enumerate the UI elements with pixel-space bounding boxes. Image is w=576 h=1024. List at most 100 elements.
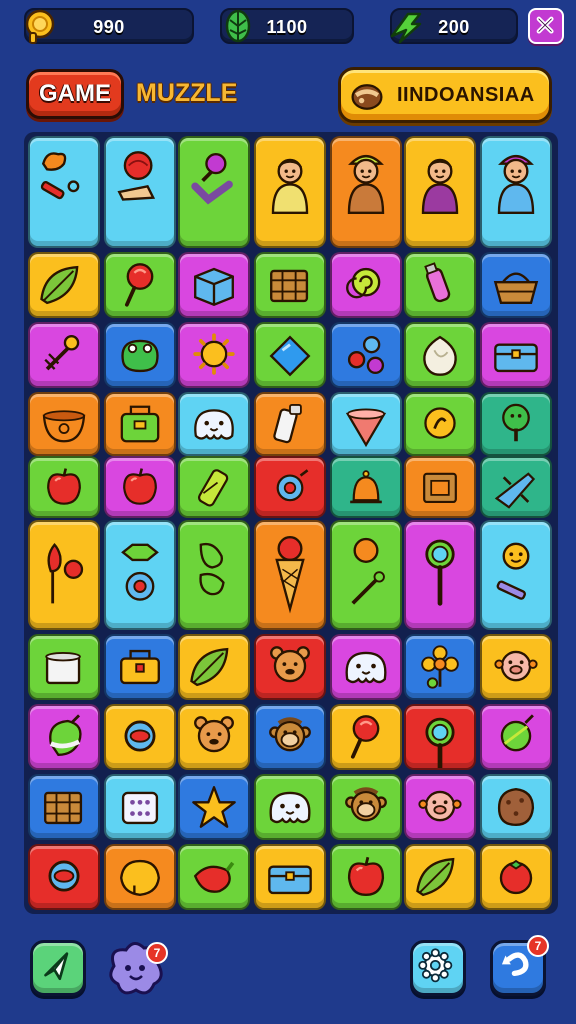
crate-icon [270, 269, 309, 303]
tile-ghost[interactable] [330, 634, 402, 700]
character-button[interactable]: 7 [104, 938, 168, 998]
coins-value: 990 [93, 17, 125, 37]
tile-sun[interactable] [178, 322, 250, 388]
tile-tomato[interactable] [480, 844, 552, 910]
region-button[interactable]: IINDOANSIAA [338, 67, 552, 123]
tree-icon [502, 403, 530, 442]
tile-crate[interactable] [254, 252, 326, 318]
tile-swirl[interactable] [330, 252, 402, 318]
tile-onion[interactable] [404, 322, 476, 388]
tile-plane[interactable] [480, 456, 552, 518]
undo-count-badge: 7 [527, 935, 549, 957]
sun-icon [193, 333, 235, 375]
lemon-icon [120, 859, 160, 897]
tile-leaf[interactable] [178, 634, 250, 700]
tile-crate[interactable] [28, 774, 100, 840]
coin-icon [424, 407, 456, 439]
tile-candy[interactable] [104, 520, 176, 630]
tile-lens[interactable] [28, 844, 100, 910]
settings-button[interactable] [410, 940, 466, 996]
tile-tree[interactable] [480, 392, 552, 456]
tile-leaf-scroll[interactable] [28, 136, 100, 248]
hint-button[interactable] [30, 940, 86, 996]
coins-counter: 990 [24, 8, 194, 44]
tile-frog[interactable] [104, 322, 176, 388]
tile-pig[interactable] [480, 634, 552, 700]
bell-icon [350, 470, 382, 504]
tile-basket[interactable] [480, 252, 552, 318]
tile-cookie[interactable] [480, 774, 552, 840]
tile-bag[interactable] [104, 392, 176, 456]
tile-magnifier[interactable] [404, 520, 476, 630]
tile-coin[interactable] [404, 392, 476, 456]
close-button[interactable] [528, 8, 564, 44]
tile-lunchbox[interactable] [104, 634, 176, 700]
tile-pig[interactable] [404, 774, 476, 840]
tile-pepper[interactable] [178, 844, 250, 910]
tile-berries[interactable] [330, 322, 402, 388]
gems-counter: 1100 [220, 8, 354, 44]
tile-leaf[interactable] [28, 252, 100, 318]
tile-peppers[interactable] [178, 520, 250, 630]
tile-orange-pin[interactable] [330, 520, 402, 630]
diamond-icon [269, 335, 311, 377]
tile-apple[interactable] [104, 456, 176, 518]
tile-magnifier[interactable] [404, 704, 476, 770]
tile-frame[interactable] [404, 456, 476, 518]
tile-sunface[interactable] [480, 520, 552, 630]
tile-battery[interactable] [178, 456, 250, 518]
tile-bowl[interactable] [28, 392, 100, 456]
tile-chest[interactable] [480, 322, 552, 388]
tile-red-ball-fan[interactable] [104, 136, 176, 248]
frog-icon [121, 339, 159, 373]
tile-flower[interactable] [404, 634, 476, 700]
tile-ghost[interactable] [178, 392, 250, 456]
tile-box[interactable] [178, 252, 250, 318]
tile-bell[interactable] [330, 456, 402, 518]
tile-person-boy[interactable] [254, 136, 326, 248]
tile-apple[interactable] [330, 844, 402, 910]
tile-flower-whisk[interactable] [28, 322, 100, 388]
tile-monkey[interactable] [330, 774, 402, 840]
tile-ring[interactable] [254, 456, 326, 518]
tile-bear[interactable] [254, 634, 326, 700]
undo-button[interactable]: 7 [490, 935, 549, 996]
tile-dice[interactable] [104, 774, 176, 840]
tile-bear[interactable] [178, 704, 250, 770]
tile-leaf[interactable] [404, 844, 476, 910]
tile-cherry[interactable] [28, 520, 100, 630]
tile-person-girl[interactable] [404, 136, 476, 248]
tile-lollipop[interactable] [104, 252, 176, 318]
leaf-icon [40, 265, 79, 305]
pepper-icon [193, 861, 235, 893]
tile-bulb[interactable] [28, 704, 100, 770]
tile-pot[interactable] [28, 634, 100, 700]
tile-icecream[interactable] [254, 520, 326, 630]
tile-cup[interactable] [254, 392, 326, 456]
plane-icon [494, 472, 536, 509]
onion-icon [423, 335, 457, 376]
chest-icon [494, 343, 538, 373]
bag-icon [120, 405, 160, 443]
bear-icon [194, 716, 234, 753]
tile-plum-pipe[interactable] [178, 136, 250, 248]
tile-diamond[interactable] [254, 322, 326, 388]
tile-ghost[interactable] [254, 774, 326, 840]
battery-icon [197, 469, 229, 507]
dice-icon [121, 791, 159, 825]
tile-bottle[interactable] [404, 252, 476, 318]
tile-lime[interactable] [480, 704, 552, 770]
tile-lens[interactable] [104, 704, 176, 770]
tile-lollipop[interactable] [330, 704, 402, 770]
tile-apple[interactable] [28, 456, 100, 518]
tile-lemon[interactable] [104, 844, 176, 910]
monkey-icon [269, 717, 311, 752]
tile-cone[interactable] [330, 392, 402, 456]
leaf-icon [190, 647, 229, 687]
tile-chest[interactable] [254, 844, 326, 910]
tile-star[interactable] [178, 774, 250, 840]
tile-person-farmer[interactable] [330, 136, 402, 248]
tile-monkey[interactable] [254, 704, 326, 770]
tile-person-hat[interactable] [480, 136, 552, 248]
plum-pipe-icon [191, 153, 233, 205]
